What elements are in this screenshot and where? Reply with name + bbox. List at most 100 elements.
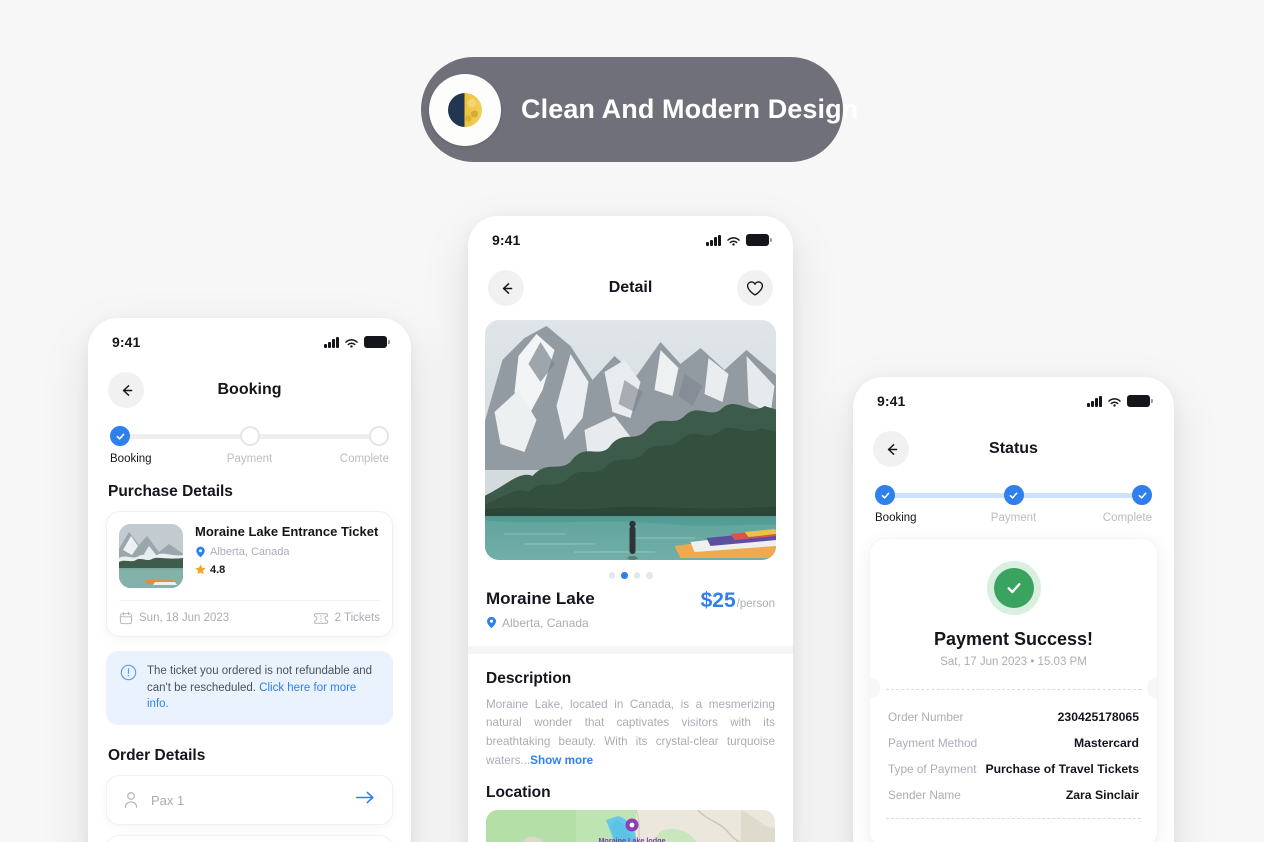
back-button[interactable] xyxy=(873,431,909,467)
arrow-left-icon xyxy=(122,384,132,396)
battery-icon xyxy=(746,234,772,246)
banner-title: Clean And Modern Design xyxy=(521,94,859,124)
carousel-dot[interactable] xyxy=(633,572,640,579)
favorite-button[interactable] xyxy=(737,270,773,306)
back-button[interactable] xyxy=(108,372,144,408)
stepper-dot-complete[interactable] xyxy=(1132,485,1152,505)
refund-notice: The ticket you ordered is not refundable… xyxy=(106,651,393,726)
payment-success-timestamp: Sat, 17 Jun 2023 • 15.03 PM xyxy=(940,656,1087,668)
status-bar: 9:41 xyxy=(88,318,411,356)
cellular-signal-icon xyxy=(706,234,721,246)
booking-stepper: Booking Payment Complete xyxy=(88,418,411,465)
stepper-label-complete: Complete xyxy=(1102,512,1152,524)
check-circle-icon xyxy=(986,561,1041,615)
wifi-icon xyxy=(344,337,359,348)
calendar-icon xyxy=(119,611,133,625)
status-bar: 9:41 xyxy=(468,216,793,254)
stepper-dot-booking[interactable] xyxy=(110,426,130,446)
battery-icon xyxy=(364,336,390,348)
phone-booking-screen: 9:41 Booking Booking Payment Complete Pu… xyxy=(88,318,411,842)
price-unit: /person xyxy=(736,597,775,610)
receipt-value: Purchase of Travel Tickets xyxy=(985,762,1139,776)
stepper-dot-booking[interactable] xyxy=(875,485,895,505)
carousel-dots[interactable] xyxy=(468,560,793,579)
pax-arrow-icon[interactable] xyxy=(354,790,376,810)
stepper-dot-payment[interactable] xyxy=(1003,485,1024,505)
ticket-count-text: 2 Tickets xyxy=(334,612,380,624)
arrow-left-icon xyxy=(502,282,512,294)
back-button[interactable] xyxy=(488,270,524,306)
cellular-signal-icon xyxy=(324,336,339,348)
place-title: Moraine Lake xyxy=(486,588,595,608)
receipt-value: Mastercard xyxy=(1073,736,1139,750)
stepper-label-payment: Payment xyxy=(990,512,1037,524)
stepper-label-booking: Booking xyxy=(110,453,152,465)
status-bar-time: 9:41 xyxy=(877,393,906,409)
receipt-key: Payment Method xyxy=(888,736,978,750)
location-pin-icon xyxy=(487,616,496,629)
stepper-dot-payment[interactable] xyxy=(239,426,260,446)
receipt-key: Order Number xyxy=(888,710,964,724)
ticket-rating: 4.8 xyxy=(210,563,226,576)
banner-logo xyxy=(429,73,501,146)
check-icon xyxy=(1009,492,1018,499)
receipt-value: Zara Sinclair xyxy=(1065,788,1139,802)
payment-success-title: Payment Success! xyxy=(933,629,1094,649)
receipt-key: Sender Name xyxy=(888,788,961,802)
order-details-heading: Order Details xyxy=(108,747,206,765)
status-bar-time: 9:41 xyxy=(112,334,141,350)
stepper-label-complete: Complete xyxy=(339,453,389,465)
pax-label: Pax 1 xyxy=(151,792,185,808)
receipt-key: Type of Payment xyxy=(888,762,977,776)
receipt-row: Payment Method Mastercard xyxy=(888,730,1139,756)
arrow-left-icon xyxy=(887,443,897,455)
receipt-row: Sender Name Zara Sinclair xyxy=(888,782,1139,808)
carousel-dot-active[interactable] xyxy=(621,572,628,579)
stepper-label-booking: Booking xyxy=(875,512,917,524)
carousel-dot[interactable] xyxy=(608,572,615,579)
place-location: Alberta, Canada xyxy=(502,615,589,630)
status-navbar: Status xyxy=(853,415,1174,477)
check-icon xyxy=(116,433,124,440)
section-separator xyxy=(468,645,793,654)
purchase-card: Moraine Lake Entrance Ticket Alberta, Ca… xyxy=(106,511,393,637)
battery-icon xyxy=(1127,395,1153,407)
map-icon[interactable]: Moraine Lake lodge Tower of Babel xyxy=(486,810,775,842)
price-block: $25 /person xyxy=(701,589,775,613)
check-icon xyxy=(881,492,889,499)
ticket-date-text: Sun, 18 Jun 2023 xyxy=(139,612,230,624)
stepper-label-payment: Payment xyxy=(226,453,273,465)
phone-status-screen: 9:41 Status Booking Payment Complete Pay… xyxy=(853,377,1174,842)
cellular-signal-icon xyxy=(1087,395,1102,407)
carousel-dot[interactable] xyxy=(646,572,653,579)
receipt-row: Order Number 230425178065 xyxy=(888,704,1139,730)
ticket-date: Sun, 18 Jun 2023 xyxy=(119,611,229,625)
receipt-details-list: Order Number 230425178065 Payment Method… xyxy=(870,690,1157,818)
pax-row-1[interactable]: Pax 1 xyxy=(106,775,393,826)
wifi-icon xyxy=(726,235,741,246)
ticket-count: 2 Tickets xyxy=(313,612,380,625)
pax-row-2[interactable]: Pax 2 xyxy=(106,835,393,842)
banner: Clean And Modern Design xyxy=(421,57,858,162)
receipt-row: Type of Payment Purchase of Travel Ticke… xyxy=(888,756,1139,782)
detail-navbar: Detail xyxy=(468,254,793,316)
status-stepper: Booking Payment Complete xyxy=(853,477,1174,524)
show-more-link[interactable]: Show more xyxy=(530,754,593,767)
ticket-location: Alberta, Canada xyxy=(210,545,290,558)
location-pin-icon xyxy=(196,546,205,557)
booking-navbar: Booking xyxy=(88,356,411,418)
location-heading: Location xyxy=(486,784,551,802)
svg-text:Moraine Lake lodge: Moraine Lake lodge xyxy=(598,836,665,842)
ticket-title: Moraine Lake Entrance Ticket xyxy=(195,524,379,539)
stepper-dot-complete[interactable] xyxy=(369,426,389,446)
phone-detail-screen: 9:41 Detail Moraine Lake Alberta, Canada… xyxy=(468,216,793,842)
price-amount: $25 xyxy=(700,588,736,612)
wifi-icon xyxy=(1107,396,1122,407)
check-icon xyxy=(1138,492,1146,499)
star-icon xyxy=(195,564,206,575)
person-icon xyxy=(124,792,138,808)
info-circle-icon xyxy=(120,664,137,681)
moraine-lake-thumbnail xyxy=(119,524,183,588)
receipt-card: Payment Success! Sat, 17 Jun 2023 • 15.0… xyxy=(869,538,1158,842)
moraine-lake-photo xyxy=(485,320,776,560)
